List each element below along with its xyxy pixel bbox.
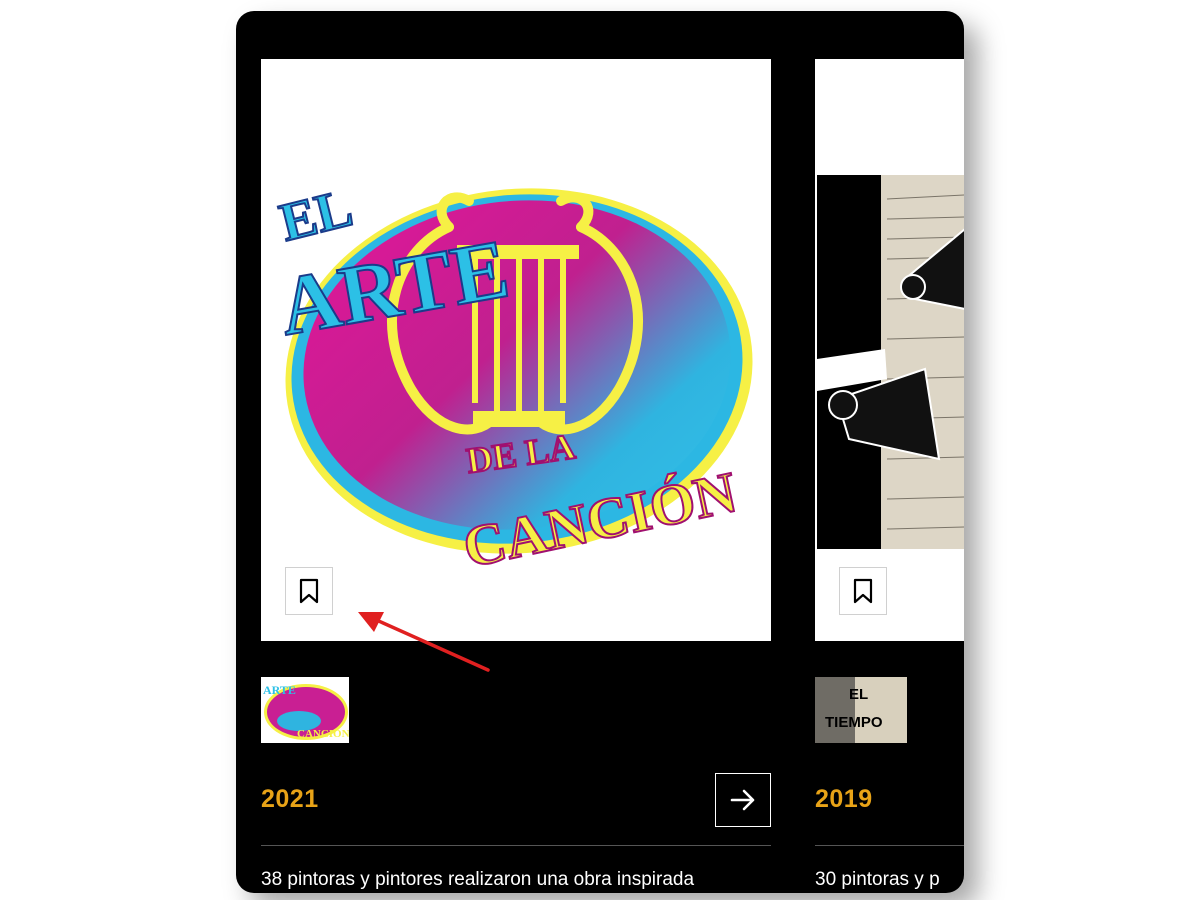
card-description: 30 pintoras y p bbox=[815, 869, 940, 890]
thumbnail-text-line2: TIEMPO bbox=[825, 714, 883, 731]
el-arte-de-la-cancion-thumbnail: ARTE CANCIÓN bbox=[261, 677, 349, 743]
card-image[interactable]: EL ARTE DE LA CANCIÓN bbox=[261, 59, 771, 641]
divider bbox=[815, 845, 964, 846]
card-image[interactable] bbox=[815, 59, 964, 641]
next-button[interactable] bbox=[715, 773, 771, 827]
el-arte-de-la-cancion-logo: EL ARTE DE LA CANCIÓN bbox=[271, 176, 753, 581]
card-year: 2019 bbox=[815, 785, 873, 813]
card-year: 2021 bbox=[261, 785, 319, 813]
bookmark-button[interactable] bbox=[839, 567, 887, 615]
card-2021: EL ARTE DE LA CANCIÓN ARTE CANCIÓN 2021 … bbox=[261, 11, 771, 893]
card-2019: EL TIEMPO 2019 30 pintoras y p bbox=[815, 11, 964, 893]
bookmark-icon bbox=[853, 578, 873, 604]
card-thumbnail[interactable]: EL TIEMPO bbox=[815, 677, 907, 743]
card-thumbnail[interactable]: ARTE CANCIÓN bbox=[261, 677, 349, 743]
el-tiempo-artwork bbox=[817, 175, 964, 549]
bookmark-button[interactable] bbox=[285, 567, 333, 615]
bookmark-icon bbox=[299, 578, 319, 604]
svg-text:ARTE: ARTE bbox=[263, 683, 296, 697]
card-description: 38 pintoras y pintores realizaron una ob… bbox=[261, 869, 695, 890]
el-tiempo-thumbnail: EL TIEMPO bbox=[815, 677, 907, 743]
divider bbox=[261, 845, 771, 846]
arrow-right-icon bbox=[730, 789, 755, 811]
thumbnail-text-line1: EL bbox=[849, 686, 868, 703]
carousel-panel: EL ARTE DE LA CANCIÓN ARTE CANCIÓN 2021 … bbox=[236, 11, 964, 893]
svg-text:EL: EL bbox=[274, 177, 358, 253]
svg-text:CANCIÓN: CANCIÓN bbox=[297, 728, 349, 740]
